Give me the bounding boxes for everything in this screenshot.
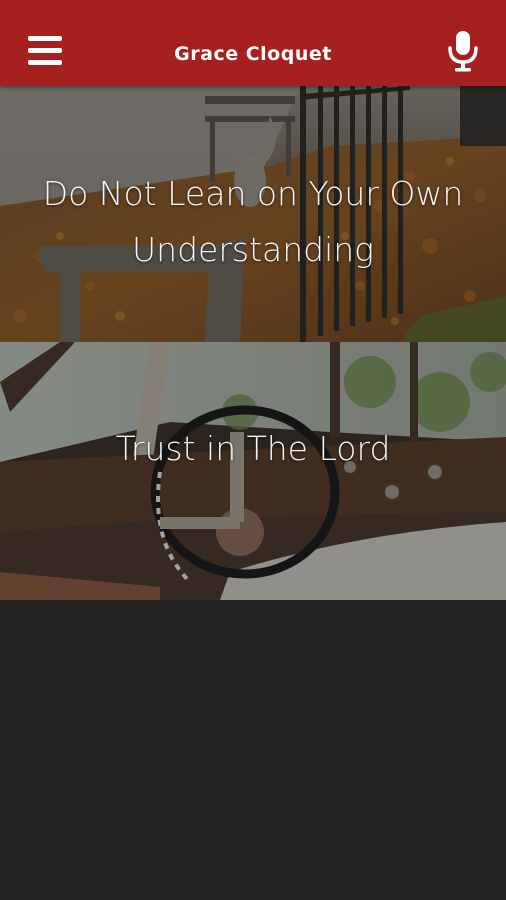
- microphone-button[interactable]: [446, 30, 480, 72]
- screen: Grace Cloquet Do Not Lean on Your Own Un…: [0, 0, 506, 900]
- card-title: Do Not Lean on Your Own Understanding: [42, 174, 464, 269]
- card-title: Trust in The Lord: [115, 429, 391, 468]
- app-bar: Grace Cloquet: [0, 0, 506, 86]
- app-title: Grace Cloquet: [174, 43, 332, 65]
- empty-content-area: [0, 600, 506, 900]
- devotional-card[interactable]: Trust in The Lord: [0, 342, 506, 600]
- microphone-icon: [448, 31, 478, 72]
- devotional-card[interactable]: Do Not Lean on Your Own Understanding: [0, 86, 506, 342]
